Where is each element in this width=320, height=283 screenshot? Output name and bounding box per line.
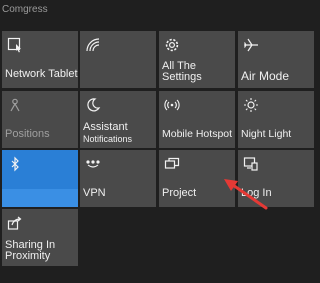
tile-label: Assistant bbox=[83, 121, 128, 133]
tile-label: VPN bbox=[83, 187, 106, 199]
tile-label: Sharing In Proximity bbox=[5, 239, 56, 262]
tile-tablet-mode[interactable]: Network Tablet Mode bbox=[2, 31, 78, 88]
tile-vpn[interactable]: VPN bbox=[80, 150, 156, 207]
tile-label: Project bbox=[162, 187, 197, 199]
tile-label: Log In bbox=[241, 187, 272, 199]
tile-night-light[interactable]: Night Light bbox=[238, 91, 314, 148]
connect-icon bbox=[243, 156, 259, 172]
tile-location[interactable]: Positions bbox=[2, 91, 78, 148]
brightness-icon bbox=[243, 97, 259, 113]
bluetooth-icon bbox=[7, 156, 23, 172]
tile-network[interactable] bbox=[80, 31, 156, 88]
tile-all-settings[interactable]: All The Settings bbox=[159, 31, 235, 88]
tile-airplane-mode[interactable]: Air Mode bbox=[238, 31, 314, 88]
vpn-icon bbox=[85, 156, 101, 172]
tile-project[interactable]: Project bbox=[159, 150, 235, 207]
project-icon bbox=[164, 156, 180, 172]
hotspot-icon bbox=[164, 97, 180, 113]
network-icon bbox=[85, 37, 101, 53]
tile-label: Positions bbox=[5, 128, 50, 140]
tile-label: Night Light bbox=[241, 128, 292, 140]
tile-connect[interactable]: Log In bbox=[238, 150, 314, 207]
tile-label: Mobile Hotspot bbox=[162, 128, 233, 140]
tile-label: Network Tablet Mode bbox=[5, 68, 78, 80]
gear-icon bbox=[164, 37, 180, 53]
airplane-icon bbox=[243, 37, 259, 53]
tile-bluetooth[interactable] bbox=[2, 150, 78, 207]
location-icon bbox=[7, 97, 23, 113]
bluetooth-label-band bbox=[2, 189, 78, 207]
tile-label: All The Settings bbox=[162, 60, 202, 83]
share-icon bbox=[7, 215, 23, 231]
tile-focus-assist[interactable]: Assistant Notifications bbox=[80, 91, 156, 148]
tile-nearby-sharing[interactable]: Sharing In Proximity bbox=[2, 209, 78, 266]
panel-header: Comgress bbox=[2, 4, 48, 15]
tablet-mode-icon bbox=[7, 37, 23, 53]
moon-icon bbox=[85, 97, 101, 113]
tile-sublabel: Notifications bbox=[83, 134, 133, 144]
tile-mobile-hotspot[interactable]: Mobile Hotspot bbox=[159, 91, 235, 148]
tile-label: Air Mode bbox=[241, 69, 290, 83]
